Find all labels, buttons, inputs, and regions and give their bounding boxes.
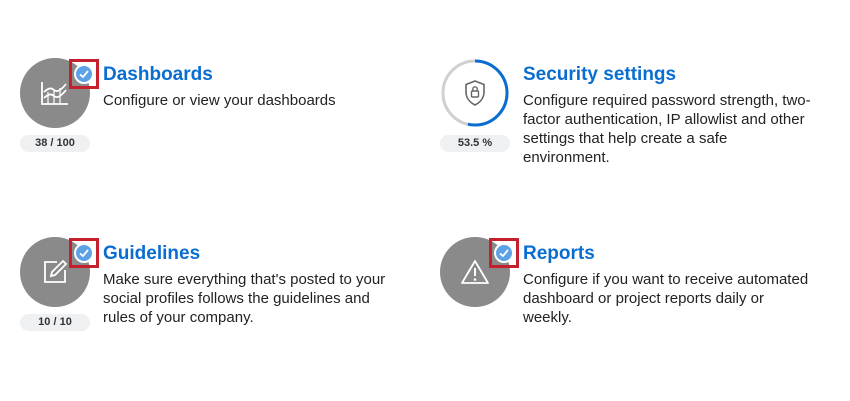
card-description: Configure if you want to receive automat…: [523, 271, 809, 326]
edit-icon: [44, 259, 68, 283]
completed-check-highlight: [69, 238, 99, 268]
completed-check-highlight: [489, 238, 519, 268]
card-title[interactable]: Reports: [523, 243, 595, 265]
card-security-settings[interactable]: 53.5 % Security settings Configure requi…: [440, 58, 820, 188]
progress-percent: 53.5 %: [440, 135, 510, 152]
badge-reports: [440, 237, 519, 307]
progress-count: 38 / 100: [20, 135, 90, 152]
badge-guidelines: 10 / 10: [20, 237, 99, 331]
card-guidelines[interactable]: 10 / 10 Guidelines Make sure everything …: [20, 237, 400, 367]
card-title[interactable]: Security settings: [523, 64, 676, 86]
check-icon: [494, 243, 514, 263]
area-chart-icon: [41, 82, 68, 105]
card-reports[interactable]: Reports Configure if you want to receive…: [440, 237, 820, 367]
check-icon: [74, 243, 94, 263]
card-title[interactable]: Dashboards: [103, 64, 213, 86]
card-description: Configure or view your dashboards: [103, 92, 336, 109]
badge-dashboards: 38 / 100: [20, 58, 99, 152]
progress-count: 10 / 10: [20, 314, 90, 331]
card-description: Configure required password strength, tw…: [523, 92, 811, 166]
card-description: Make sure everything that's posted to yo…: [103, 271, 386, 326]
card-title[interactable]: Guidelines: [103, 243, 200, 265]
check-icon: [74, 64, 94, 84]
warning-icon: [461, 260, 489, 284]
card-dashboards[interactable]: 38 / 100 Dashboards Configure or view yo…: [20, 58, 400, 188]
shield-lock-icon: [465, 80, 485, 106]
completed-check-highlight: [69, 59, 99, 89]
badge-security: 53.5 %: [440, 58, 510, 152]
ring-inner: [440, 58, 510, 128]
